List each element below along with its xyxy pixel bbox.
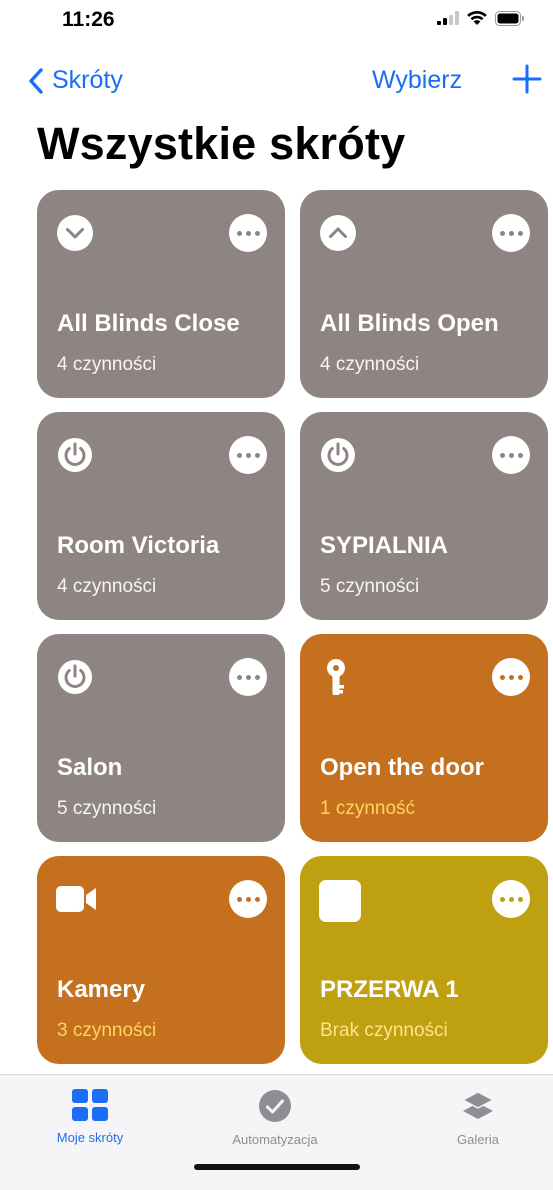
tab-galeria[interactable]: Galeria: [403, 1089, 553, 1147]
more-options-button[interactable]: [229, 880, 267, 918]
tab-bar: Moje skróty Automatyzacja Galeria: [0, 1074, 553, 1190]
shortcut-name: All Blinds Open: [320, 310, 499, 337]
shortcut-name: SYPIALNIA: [320, 532, 449, 559]
clock-check-icon: [259, 1090, 291, 1122]
shortcut-action-count: 4 czynności: [57, 354, 157, 375]
status-icons: [437, 10, 525, 31]
shortcut-name: Open the door: [320, 754, 484, 781]
more-options-button[interactable]: [492, 880, 530, 918]
chevron-left-icon: [29, 67, 43, 94]
status-time: 11:26: [62, 8, 115, 31]
status-bar: 11:26: [0, 0, 553, 44]
page-title: Wszystkie skróty: [37, 118, 406, 169]
shortcut-name: Salon: [57, 754, 123, 781]
shortcut-action-count: 4 czynności: [57, 576, 157, 597]
shortcut-action-count: 4 czynności: [320, 354, 420, 375]
shortcut-card-all-blinds-close[interactable]: All Blinds Close 4 czynności: [37, 190, 285, 398]
tab-label: Galeria: [457, 1132, 499, 1147]
grid-icon: [72, 1089, 108, 1121]
select-button[interactable]: Wybierz: [372, 66, 462, 95]
back-button-label: Skróty: [52, 66, 123, 94]
more-options-button[interactable]: [229, 436, 267, 474]
shortcut-card-open-the-door[interactable]: Open the door 1 czynność: [300, 634, 548, 842]
wifi-icon: [466, 10, 488, 31]
plus-icon: [512, 64, 542, 94]
power-icon: [56, 658, 94, 696]
more-options-button[interactable]: [492, 436, 530, 474]
tab-automatyzacja[interactable]: Automatyzacja: [200, 1089, 350, 1147]
shortcut-name: Kamery: [57, 976, 146, 1003]
shortcut-card-przerwa-1[interactable]: PRZERWA 1 Brak czynności: [300, 856, 548, 1064]
tab-moje-skroty[interactable]: Moje skróty: [15, 1089, 165, 1145]
power-icon: [319, 436, 357, 474]
layers-icon: [461, 1091, 495, 1119]
back-button[interactable]: Skróty: [28, 66, 123, 95]
shortcut-card-kamery[interactable]: Kamery 3 czynności: [37, 856, 285, 1064]
shortcut-name: Room Victoria: [57, 532, 220, 559]
shortcut-card-all-blinds-open[interactable]: All Blinds Open 4 czynności: [300, 190, 548, 398]
navigation-bar: Skróty Wybierz: [0, 60, 553, 108]
square-icon: [319, 880, 361, 922]
home-indicator[interactable]: [194, 1164, 360, 1170]
chevron-down-icon: [56, 214, 94, 252]
more-options-button[interactable]: [229, 658, 267, 696]
chevron-up-icon: [319, 214, 357, 252]
shortcut-name: All Blinds Close: [57, 310, 240, 337]
power-icon: [56, 436, 94, 474]
shortcut-card-sypialnia[interactable]: SYPIALNIA 5 czynności: [300, 412, 548, 620]
shortcut-action-count: Brak czynności: [320, 1020, 448, 1041]
shortcut-action-count: 1 czynność: [320, 798, 416, 819]
key-icon: [319, 658, 357, 696]
battery-icon: [495, 10, 525, 31]
shortcut-action-count: 3 czynności: [57, 1020, 157, 1041]
more-options-button[interactable]: [492, 658, 530, 696]
shortcut-action-count: 5 czynności: [57, 798, 157, 819]
tab-label: Moje skróty: [56, 1130, 124, 1145]
signal-icon: [437, 11, 459, 30]
more-options-button[interactable]: [229, 214, 267, 252]
shortcut-name: PRZERWA 1: [320, 976, 459, 1003]
shortcut-action-count: 5 czynności: [320, 576, 420, 597]
shortcut-card-salon[interactable]: Salon 5 czynności: [37, 634, 285, 842]
more-options-button[interactable]: [492, 214, 530, 252]
video-camera-icon: [56, 880, 96, 918]
tab-label: Automatyzacja: [232, 1132, 318, 1147]
shortcut-card-room-victoria[interactable]: Room Victoria 4 czynności: [37, 412, 285, 620]
add-shortcut-button[interactable]: [512, 64, 542, 99]
